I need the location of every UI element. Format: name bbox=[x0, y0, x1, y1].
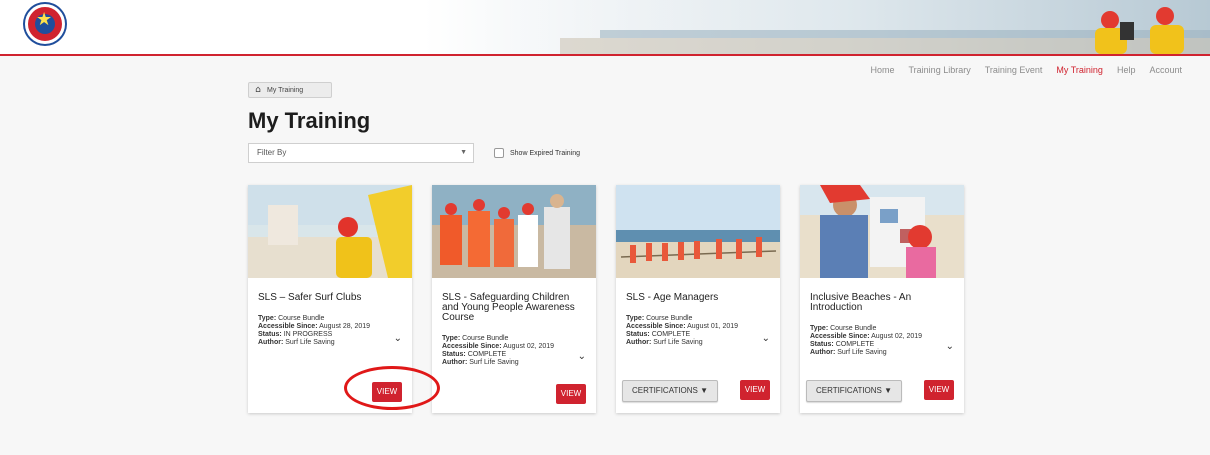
chevron-down-icon[interactable]: ⌄ bbox=[578, 351, 586, 362]
view-button[interactable]: VIEW bbox=[740, 380, 770, 400]
caret-down-icon: ▼ bbox=[460, 149, 467, 156]
beach-banner-image bbox=[480, 0, 1210, 54]
course-status: COMPLETE bbox=[651, 331, 691, 338]
course-image-safer-surf-clubs bbox=[248, 185, 412, 278]
site-header: ★ bbox=[0, 0, 1210, 56]
nav-my-training[interactable]: My Training bbox=[1056, 65, 1103, 75]
chevron-down-icon[interactable]: ⌄ bbox=[762, 333, 770, 344]
breadcrumb-current: My Training bbox=[267, 86, 304, 94]
certifications-button[interactable]: CERTIFICATIONS ▼ bbox=[622, 380, 718, 402]
star-icon: ★ bbox=[36, 9, 53, 30]
course-author: Surf Life Saving bbox=[653, 339, 703, 346]
filter-select[interactable]: Filter By ▼ bbox=[248, 143, 474, 163]
course-title: SLS - Age Managers bbox=[626, 292, 719, 303]
nav-training-event[interactable]: Training Event bbox=[985, 65, 1043, 75]
filter-placeholder: Filter By bbox=[257, 148, 287, 157]
surf-life-saving-logo[interactable]: ★ bbox=[25, 4, 65, 44]
course-since: August 02, 2019 bbox=[503, 343, 555, 350]
view-button[interactable]: VIEW bbox=[924, 380, 954, 400]
nav-help[interactable]: Help bbox=[1117, 65, 1136, 75]
course-type: Course Bundle bbox=[646, 315, 693, 322]
course-title: SLS – Safer Surf Clubs bbox=[258, 292, 362, 303]
course-title: SLS - Safeguarding Children and Young Pe… bbox=[442, 292, 575, 323]
show-expired-label: Show Expired Training bbox=[510, 149, 581, 157]
course-type: Course Bundle bbox=[462, 335, 509, 342]
home-icon[interactable]: ⌂ bbox=[249, 85, 267, 95]
course-since: August 01, 2019 bbox=[687, 323, 739, 330]
course-image-safeguarding-children bbox=[432, 185, 596, 278]
course-type: Course Bundle bbox=[278, 315, 325, 322]
course-card: SLS - Age Managers Type: Course Bundle A… bbox=[616, 185, 780, 413]
main-nav: Home Training Library Training Event My … bbox=[871, 65, 1183, 75]
nav-home[interactable]: Home bbox=[871, 65, 895, 75]
course-author: Surf Life Saving bbox=[469, 359, 519, 366]
course-since: August 02, 2019 bbox=[871, 333, 923, 340]
course-meta: Type: Course Bundle Accessible Since: Au… bbox=[258, 315, 371, 346]
course-card: SLS - Safeguarding Children and Young Pe… bbox=[432, 185, 596, 413]
course-meta: Type: Course Bundle Accessible Since: Au… bbox=[810, 325, 923, 356]
page-title: My Training bbox=[248, 108, 371, 133]
course-status: COMPLETE bbox=[467, 351, 507, 358]
certifications-button[interactable]: CERTIFICATIONS ▼ bbox=[806, 380, 902, 402]
course-type: Course Bundle bbox=[830, 325, 877, 332]
course-title: Inclusive Beaches - An Introduction bbox=[810, 292, 912, 313]
course-image-age-managers bbox=[616, 185, 780, 278]
course-meta: Type: Course Bundle Accessible Since: Au… bbox=[626, 315, 739, 346]
breadcrumb: ⌂ My Training bbox=[248, 82, 332, 98]
chevron-down-icon[interactable]: ⌄ bbox=[946, 341, 954, 352]
show-expired-toggle[interactable]: Show Expired Training bbox=[494, 148, 580, 158]
course-since: August 28, 2019 bbox=[319, 323, 371, 330]
course-meta: Type: Course Bundle Accessible Since: Au… bbox=[442, 335, 555, 366]
nav-account[interactable]: Account bbox=[1149, 65, 1182, 75]
course-status: IN PROGRESS bbox=[283, 331, 333, 338]
course-status: COMPLETE bbox=[835, 341, 875, 348]
highlight-circle-annotation bbox=[344, 366, 440, 410]
course-author: Surf Life Saving bbox=[285, 339, 335, 346]
nav-training-library[interactable]: Training Library bbox=[909, 65, 971, 75]
show-expired-checkbox[interactable] bbox=[494, 148, 504, 158]
view-button[interactable]: VIEW bbox=[556, 384, 586, 404]
course-card: Inclusive Beaches - An Introduction Type… bbox=[800, 185, 964, 413]
chevron-down-icon[interactable]: ⌄ bbox=[394, 333, 402, 344]
course-author: Surf Life Saving bbox=[837, 349, 887, 356]
course-image-inclusive-beaches bbox=[800, 185, 964, 278]
